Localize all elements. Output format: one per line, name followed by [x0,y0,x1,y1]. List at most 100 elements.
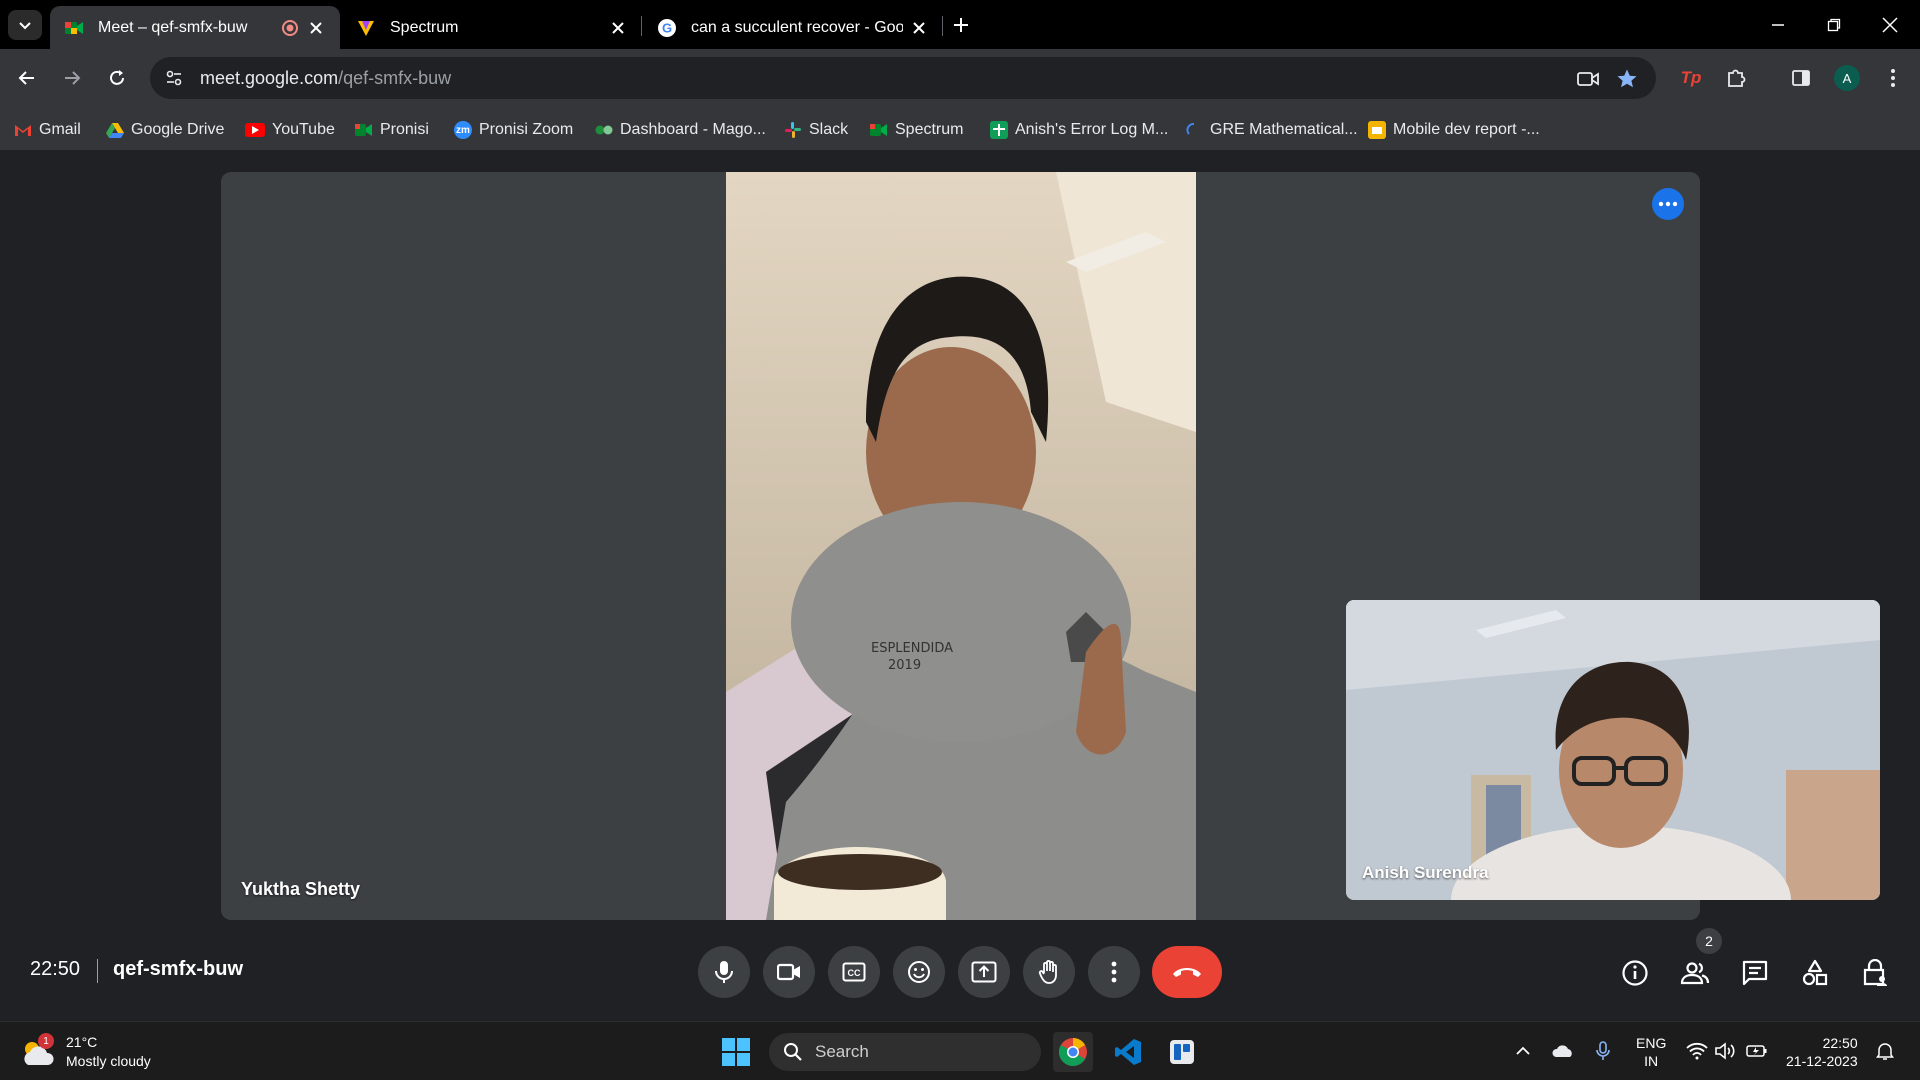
chat-button[interactable] [1733,951,1777,995]
phone-hangup-icon [1173,968,1201,977]
extension-tp-icon[interactable]: Tp [1674,61,1708,95]
bookmark-label: Pronisi Zoom [479,121,574,138]
spectrum-icon [358,20,374,36]
language-region: IN [1644,1053,1659,1069]
microphone-in-use-icon[interactable] [1588,1036,1618,1066]
tab-search-button[interactable] [8,10,42,40]
browser-toolbar: meet.google.com/qef-smfx-buw Tp A [0,49,1920,109]
svg-text:CC: CC [848,968,861,978]
meeting-details-button[interactable] [1613,951,1657,995]
bookmark-gre[interactable]: GRE Mathematical... [1185,117,1358,143]
restore-button[interactable] [1806,0,1862,49]
bookmark-spectrum[interactable]: Spectrum [870,117,963,143]
taskbar-clock[interactable]: 22:50 21-12-2023 [1786,1034,1858,1070]
info-icon [1622,960,1648,986]
close-icon[interactable] [909,18,929,38]
participant-tile-self[interactable]: Anish Surendra [1346,600,1880,900]
reload-button[interactable] [100,61,134,95]
taskbar-vscode[interactable] [1108,1032,1148,1072]
tab-google-search[interactable]: G can a succulent recover - Googl [643,6,943,49]
camera-in-use-icon[interactable] [1572,63,1604,95]
show-hidden-icons-button[interactable] [1508,1036,1538,1066]
url-path: /qef-smfx-buw [338,67,452,88]
leave-call-button[interactable] [1152,946,1222,998]
meeting-code: qef-smfx-buw [113,958,243,980]
close-icon[interactable] [306,18,326,38]
bookmark-mobile-dev[interactable]: Mobile dev report -... [1368,117,1540,143]
forward-button[interactable] [55,61,89,95]
more-options-button[interactable] [1088,946,1140,998]
bookmark-slack[interactable]: Slack [784,117,848,143]
raise-hand-button[interactable] [1023,946,1075,998]
microphone-button[interactable] [698,946,750,998]
host-controls-button[interactable] [1853,951,1897,995]
chevron-down-icon [19,22,31,30]
taskbar-app-tiles[interactable] [1162,1032,1202,1072]
chrome-menu-button[interactable] [1876,61,1910,95]
weather-cloudy-icon: 1 [20,1033,56,1067]
captions-icon: CC [842,962,866,982]
arrow-left-icon [18,71,34,85]
self-video-image [1346,600,1880,900]
notification-icon[interactable] [1870,1036,1900,1066]
minimize-icon [1772,23,1784,26]
taskbar-date: 21-12-2023 [1786,1053,1858,1069]
close-window-button[interactable] [1862,0,1918,49]
bookmark-youtube[interactable]: YouTube [245,117,335,143]
activities-button[interactable] [1793,951,1837,995]
new-tab-button[interactable] [948,12,974,38]
battery-icon[interactable] [1742,1036,1772,1066]
bookmark-dashboard[interactable]: Dashboard - Mago... [595,117,766,143]
wifi-icon[interactable] [1682,1036,1712,1066]
video-frame-image: ESPLENDIDA 2019 [726,172,1196,920]
svg-text:ESPLENDIDA: ESPLENDIDA [871,641,953,656]
taskbar-chrome[interactable] [1053,1032,1093,1072]
tab-title: Meet – qef-smfx-buw [98,18,248,36]
bookmark-pronisi[interactable]: Pronisi [355,117,429,143]
bookmark-pronisi-zoom[interactable]: zm Pronisi Zoom [454,117,573,143]
close-icon [1882,16,1898,33]
bookmark-error-log[interactable]: Anish's Error Log M... [990,117,1168,143]
input-language[interactable]: ENG IN [1636,1034,1666,1070]
chevron-up-icon [1516,1046,1530,1055]
camera-button[interactable] [763,946,815,998]
profile-button[interactable]: A [1830,61,1864,95]
tab-meet[interactable]: Meet – qef-smfx-buw [50,6,340,49]
onedrive-icon[interactable] [1548,1036,1578,1066]
close-icon[interactable] [608,18,628,38]
people-button[interactable] [1673,951,1717,995]
present-screen-button[interactable] [958,946,1010,998]
emoji-icon [908,961,930,983]
svg-text:2019: 2019 [888,658,921,673]
arrow-right-icon [65,71,81,85]
search-placeholder: Search [815,1042,869,1061]
bookmark-label: Google Drive [131,121,225,138]
captions-button[interactable]: CC [828,946,880,998]
tile-more-options-button[interactable] [1652,188,1684,220]
address-bar[interactable]: meet.google.com/qef-smfx-buw [150,57,1656,99]
reactions-button[interactable] [893,946,945,998]
vscode-icon [1115,1039,1141,1065]
svg-text:G: G [662,20,672,35]
back-button[interactable] [10,61,44,95]
side-panel-icon[interactable] [1784,61,1818,95]
start-button[interactable] [716,1032,756,1072]
site-info-icon[interactable] [156,60,192,96]
microphone-icon [715,961,733,983]
bookmark-gmail[interactable]: Gmail [14,117,81,143]
extensions-icon[interactable] [1719,61,1753,95]
url-text: meet.google.com/qef-smfx-buw [200,68,451,89]
weather-badge: 1 [38,1033,54,1049]
tab-spectrum[interactable]: Spectrum [342,6,642,49]
bookmark-google-drive[interactable]: Google Drive [106,117,224,143]
bookmark-star-icon[interactable] [1611,63,1643,95]
volume-icon[interactable] [1710,1036,1740,1066]
sheets-icon [990,121,1008,139]
taskbar-search-box[interactable]: Search [769,1033,1041,1071]
minimize-button[interactable] [1750,0,1806,49]
bookmark-label: Anish's Error Log M... [1015,121,1169,138]
people-count-badge: 2 [1696,928,1722,954]
kebab-menu-icon [1111,961,1117,983]
tab-separator [641,16,642,36]
weather-widget[interactable]: 1 21°C Mostly cloudy [20,1030,151,1074]
